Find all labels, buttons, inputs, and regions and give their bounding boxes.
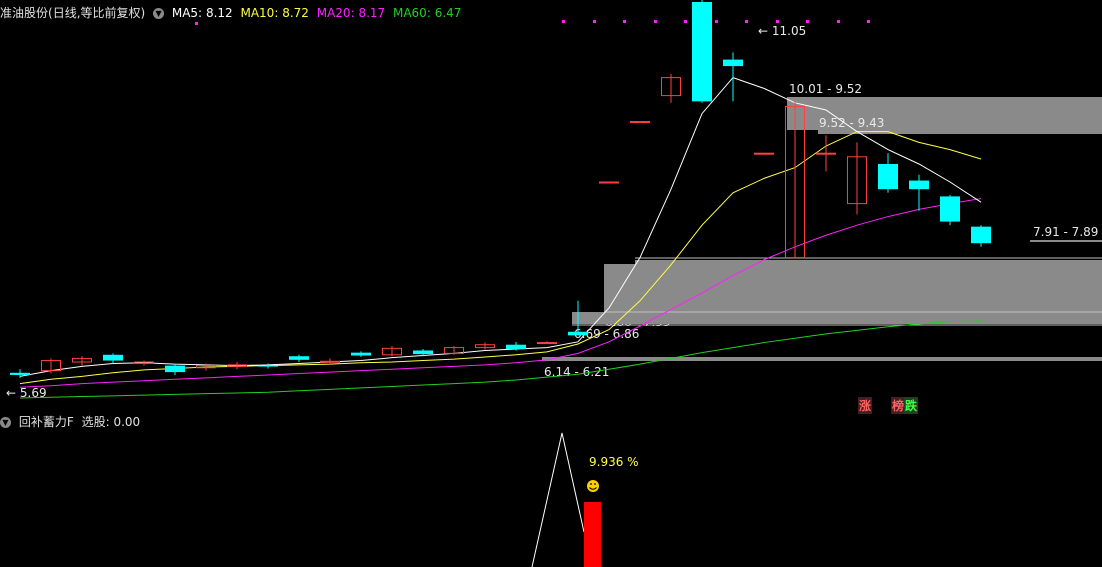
signal-bar xyxy=(584,502,601,567)
marker-dot xyxy=(837,20,840,23)
candlestick-chart[interactable]: 10.01 - 9.529.52 - 9.437.91 - 7.897.55 -… xyxy=(0,0,1102,567)
marker-dot xyxy=(654,20,657,23)
low-price-label: ← 5.69 xyxy=(6,386,47,400)
smiley-eye xyxy=(590,483,592,485)
marker-dot xyxy=(195,22,198,25)
high-price-label: ← 11.05 xyxy=(758,24,806,38)
band-label: 7.91 - 7.89 xyxy=(1033,225,1098,239)
marker-dot xyxy=(745,20,748,23)
candle-body xyxy=(599,181,619,184)
smiley-icon xyxy=(587,480,599,492)
candle-body xyxy=(320,360,340,363)
candle-body xyxy=(413,350,433,355)
candle-body xyxy=(723,59,743,67)
indicator-percent: 9.936 % xyxy=(589,455,639,469)
candle-body xyxy=(940,196,960,222)
candle-body xyxy=(289,356,309,360)
candle-body xyxy=(878,164,898,190)
marker-dot xyxy=(593,20,596,23)
marker-dot xyxy=(806,20,809,23)
candle-body xyxy=(506,344,526,350)
candle-body xyxy=(692,2,712,102)
price-band xyxy=(542,357,1102,361)
smiley-eye xyxy=(594,483,596,485)
price-band xyxy=(1030,240,1102,242)
price-band xyxy=(572,312,1102,324)
candle-body xyxy=(10,372,30,375)
candle-body xyxy=(165,365,185,373)
candle-body xyxy=(816,152,836,155)
band-label: 10.01 - 9.52 xyxy=(789,82,862,96)
candle-body xyxy=(103,354,123,361)
candle-body xyxy=(971,226,991,244)
candle-body xyxy=(258,365,278,367)
candle-body xyxy=(630,121,650,124)
candle-body xyxy=(909,180,929,190)
marker-dot xyxy=(867,20,870,23)
candle-body xyxy=(537,342,557,345)
marker-dot xyxy=(623,20,626,23)
candle-body xyxy=(351,352,371,356)
indicator-line xyxy=(531,432,585,567)
marker-dot xyxy=(776,20,779,23)
price-band xyxy=(635,260,1102,264)
marker-dot xyxy=(715,20,718,23)
candle-body xyxy=(568,331,588,336)
candle-body xyxy=(754,152,774,155)
marker-dot xyxy=(562,20,565,23)
marker-dot xyxy=(684,20,687,23)
